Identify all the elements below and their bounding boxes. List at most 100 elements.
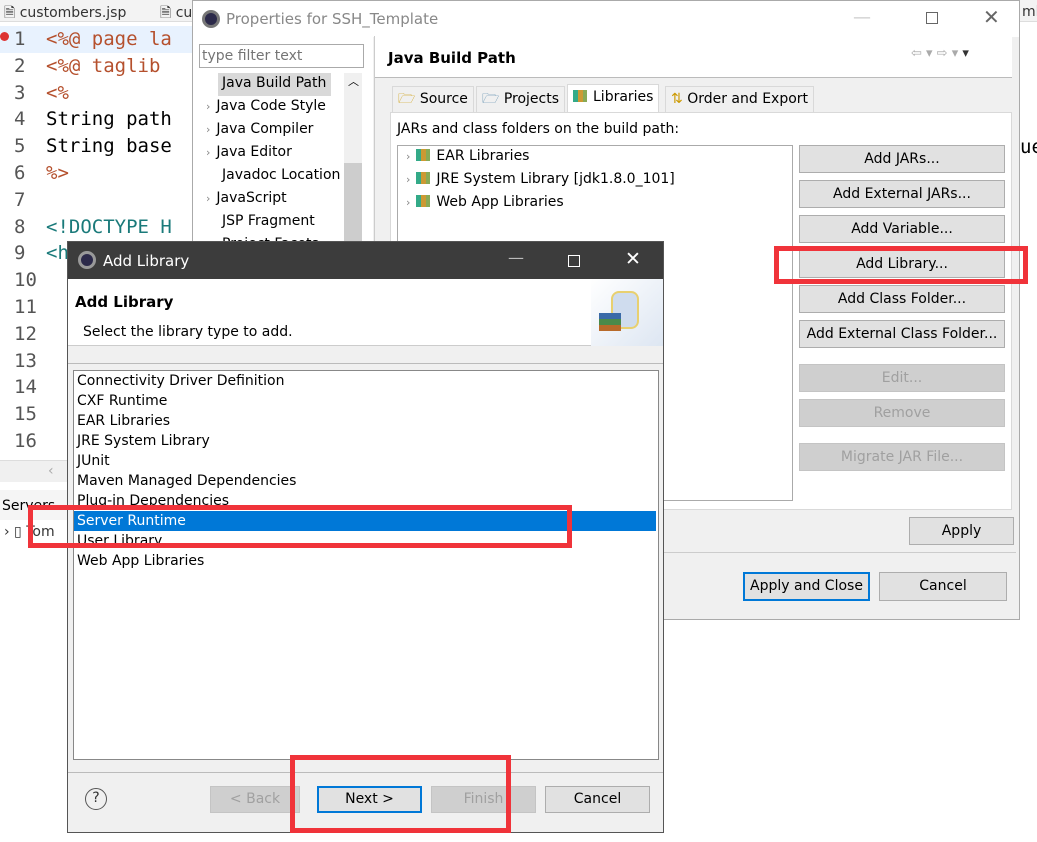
library-type-item[interactable]: JUnit	[77, 451, 110, 471]
nav-label: Java Code Style	[216, 98, 326, 114]
minimize-button[interactable]: —	[853, 7, 871, 28]
library-entry[interactable]: › Web App Libraries	[406, 194, 564, 210]
add-variable-button[interactable]: Add Variable...	[799, 215, 1005, 243]
line-number: 13	[14, 349, 37, 372]
code-line: <%@ taglib	[46, 54, 161, 77]
chevron-right-icon: ›	[206, 192, 211, 205]
line-number: 4	[14, 108, 26, 131]
tab-label: Libraries	[593, 89, 654, 105]
line-number: 3	[14, 81, 26, 104]
code-line: String path	[46, 108, 172, 131]
minimize-button[interactable]: —	[508, 248, 524, 267]
order-icon: ⇅	[671, 91, 683, 107]
nav-scrollbar[interactable]: ︿	[344, 73, 362, 243]
line-number: 9	[14, 242, 26, 265]
nav-label: Javadoc Location	[222, 167, 341, 183]
library-entry[interactable]: › EAR Libraries	[406, 148, 529, 164]
chevron-right-icon: ›	[206, 100, 211, 113]
tab-source[interactable]: 🗁 Source	[392, 86, 474, 112]
editor-tab[interactable]: 🗎 custombers.jsp	[4, 2, 126, 26]
nav-item[interactable]: › JavaScript	[206, 190, 287, 206]
library-entry[interactable]: › JRE System Library [jdk1.8.0_101]	[406, 171, 675, 187]
cancel-button[interactable]: Cancel	[545, 786, 650, 813]
apply-button[interactable]: Apply	[909, 517, 1014, 545]
line-number: 12	[14, 322, 37, 345]
highlight-box	[774, 246, 1028, 284]
add-jars-button[interactable]: Add JARs...	[799, 145, 1005, 173]
library-type-item[interactable]: JRE System Library	[77, 431, 210, 451]
library-icon	[416, 195, 431, 207]
tab-label: cu	[175, 5, 193, 21]
line-number: 14	[14, 376, 37, 399]
line-number: 16	[14, 430, 37, 452]
highlight-box	[28, 505, 572, 548]
tab-projects[interactable]: 🗁 Projects	[476, 86, 566, 112]
chevron-right-icon: ›	[406, 196, 411, 209]
library-icon	[416, 172, 431, 184]
nav-item[interactable]: Java Build Path	[222, 75, 326, 91]
eclipse-icon	[202, 10, 220, 28]
add-external-jars-button[interactable]: Add External JARs...	[799, 180, 1005, 208]
nav-item[interactable]: › Java Compiler	[206, 121, 313, 137]
page-header: Java Build Path ⇦ ▾ ⇨ ▾ ▾	[375, 36, 1012, 78]
tab-label: Source	[419, 91, 468, 107]
close-button[interactable]: ✕	[983, 5, 1000, 29]
nav-label: Java Compiler	[216, 121, 314, 137]
nav-item[interactable]: › Java Editor	[206, 144, 292, 160]
line-number: 11	[14, 296, 37, 318]
chevron-right-icon: ›	[406, 150, 411, 163]
library-type-item[interactable]: CXF Runtime	[77, 391, 167, 411]
line-number: 5	[14, 135, 26, 158]
remove-button[interactable]: Remove	[799, 399, 1005, 427]
code-line: <%	[46, 81, 69, 104]
tab-order-export[interactable]: ⇅ Order and Export	[665, 86, 815, 112]
line-number: 6	[14, 162, 26, 184]
cancel-button[interactable]: Cancel	[879, 572, 1007, 601]
eclipse-icon	[78, 251, 96, 269]
wizard-heading: Add Library	[75, 293, 174, 311]
projects-icon: 🗁	[482, 91, 500, 107]
nav-label: JavaScript	[216, 190, 287, 206]
close-button[interactable]: ✕	[625, 248, 641, 270]
source-icon: 🗁	[398, 91, 416, 107]
migrate-jar-button[interactable]: Migrate JAR File...	[799, 443, 1005, 471]
library-type-item[interactable]: Maven Managed Dependencies	[77, 471, 296, 491]
divider	[68, 363, 663, 364]
chevron-right-icon: ›	[406, 173, 411, 186]
code-line: <%@ page la	[46, 28, 172, 50]
library-icon	[573, 90, 587, 102]
wizard-banner: Add Library Select the library type to a…	[68, 279, 663, 346]
library-type-item[interactable]: EAR Libraries	[77, 411, 170, 431]
chevron-right-icon: ›	[206, 123, 211, 136]
nav-label: Java Editor	[216, 144, 292, 160]
dialog-title: Add Library	[103, 252, 190, 270]
nav-item[interactable]: Javadoc Location	[222, 167, 340, 183]
help-icon[interactable]: ?	[85, 788, 107, 810]
maximize-button[interactable]	[568, 255, 580, 267]
nav-item[interactable]: JSP Fragment	[222, 213, 315, 229]
tab-libraries[interactable]: Libraries	[567, 84, 660, 113]
add-class-folder-button[interactable]: Add Class Folder...	[799, 285, 1005, 313]
code-line: <!DOCTYPE H	[46, 215, 172, 238]
back-button[interactable]: < Back	[210, 786, 300, 813]
add-external-class-folder-button[interactable]: Add External Class Folder...	[799, 320, 1005, 348]
tab-label: custombers.jsp	[19, 5, 127, 21]
page-title: Java Build Path	[388, 49, 516, 67]
nav-label: JSP Fragment	[222, 213, 315, 229]
properties-title: Properties for SSH_Template	[226, 10, 439, 28]
library-label: Web App Libraries	[436, 194, 564, 210]
history-nav-icons[interactable]: ⇦ ▾ ⇨ ▾ ▾	[911, 46, 969, 61]
nav-item[interactable]: › Java Code Style	[206, 98, 326, 114]
code-line: %>	[46, 162, 69, 184]
editor-tab[interactable]: 🗎 cu	[160, 2, 192, 26]
edit-button[interactable]: Edit...	[799, 364, 1005, 392]
library-label: JRE System Library [jdk1.8.0_101]	[436, 171, 675, 187]
line-number: 15	[14, 403, 37, 426]
library-type-item[interactable]: Web App Libraries	[77, 551, 204, 571]
library-type-item[interactable]: Connectivity Driver Definition	[77, 371, 285, 391]
maximize-button[interactable]	[926, 12, 938, 24]
filter-input[interactable]	[199, 44, 364, 68]
apply-and-close-button[interactable]: Apply and Close	[743, 572, 870, 601]
divider	[663, 552, 1016, 553]
add-library-titlebar: Add Library — ✕	[68, 242, 663, 279]
